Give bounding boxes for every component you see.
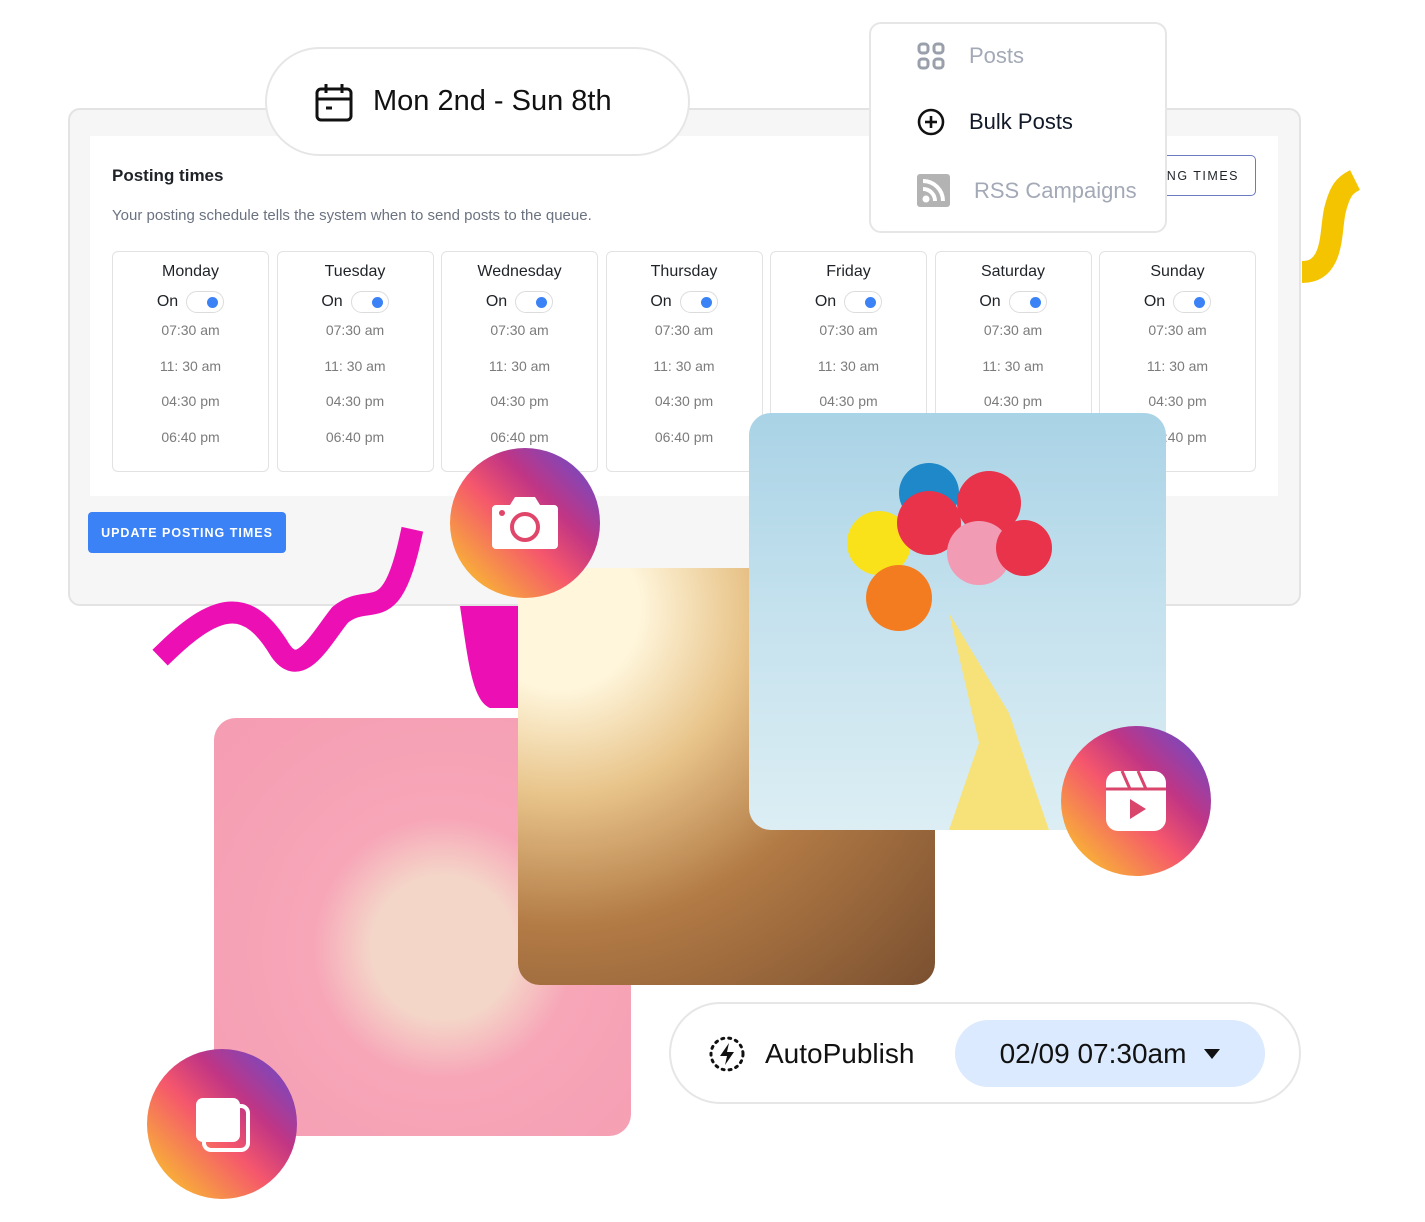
yellow-squiggle xyxy=(1300,170,1361,283)
magenta-blob xyxy=(460,606,518,708)
caret-down-icon xyxy=(1204,1048,1221,1059)
camera-icon xyxy=(492,497,558,549)
autopublish-label: AutoPublish xyxy=(765,1038,915,1069)
autopublish-bolt-icon xyxy=(709,1036,745,1072)
instagram-reels-badge xyxy=(1061,726,1211,876)
instagram-carousel-badge xyxy=(147,1049,297,1199)
instagram-post-badge xyxy=(450,448,600,598)
reels-icon xyxy=(1106,770,1166,831)
carousel-icon xyxy=(196,1098,250,1152)
autopublish-bar: AutoPublish 02/09 07:30am xyxy=(669,1002,1301,1104)
magenta-squiggle xyxy=(152,526,424,672)
publish-datetime-value: 02/09 07:30am xyxy=(999,1037,1187,1069)
autopublish-toggle[interactable]: AutoPublish xyxy=(707,1028,914,1080)
publish-datetime-dropdown[interactable]: 02/09 07:30am xyxy=(955,1020,1265,1087)
